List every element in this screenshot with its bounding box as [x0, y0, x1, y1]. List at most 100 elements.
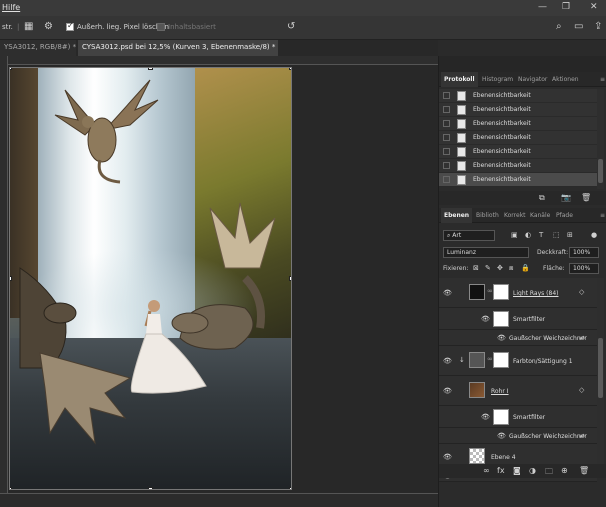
filter-pixel-icon[interactable]: ▣: [511, 231, 518, 239]
new-document-from-state-icon[interactable]: ⧉: [539, 193, 545, 203]
horizontal-ruler[interactable]: [8, 56, 438, 65]
tab-kanaele[interactable]: Kanäle: [527, 208, 553, 223]
layer-row[interactable]: 👁 ∞ Light Rays (84) ◇: [439, 278, 597, 308]
lock-move-icon[interactable]: ✥: [497, 264, 503, 272]
snapshot-source-box[interactable]: [443, 148, 450, 155]
close-icon[interactable]: ✕: [590, 2, 598, 12]
snapshot-source-box[interactable]: [443, 176, 450, 183]
history-scrollbar-thumb[interactable]: [598, 159, 603, 183]
minimize-icon[interactable]: —: [538, 2, 547, 12]
blend-mode-select[interactable]: Luminanz: [443, 247, 529, 258]
history-item[interactable]: Ebenensichtbarkeit: [439, 145, 597, 159]
transform-handle-bl[interactable]: [10, 487, 12, 489]
menu-help[interactable]: Hilfe: [2, 3, 20, 12]
transform-handle-tr[interactable]: [289, 68, 291, 70]
visibility-eye-icon[interactable]: 👁: [497, 432, 506, 440]
lock-transparent-icon[interactable]: ⊠: [473, 264, 479, 272]
trash-icon[interactable]: 🗑: [579, 466, 589, 475]
filter-type-icon[interactable]: T: [539, 231, 543, 239]
filter-row[interactable]: 👁 Gaußscher Weichzeichner ⇌: [439, 428, 597, 444]
filter-mask-thumbnail[interactable]: [493, 311, 509, 327]
link-layers-icon[interactable]: ∞: [483, 466, 490, 475]
tab-document-2[interactable]: CYSA3012.psd bei 12,5% (Kurven 3, Ebenen…: [78, 40, 278, 56]
transform-handle-mr[interactable]: [289, 276, 291, 281]
transform-handle-bc[interactable]: [148, 487, 153, 489]
snapshot-source-box[interactable]: [443, 120, 450, 127]
visibility-eye-icon[interactable]: 👁: [481, 413, 490, 421]
history-item-selected[interactable]: Ebenensichtbarkeit: [439, 173, 597, 187]
history-item[interactable]: Ebenensichtbarkeit: [439, 131, 597, 145]
panel-menu-icon[interactable]: ≡: [597, 208, 606, 223]
panel-menu-icon[interactable]: ≡: [597, 72, 606, 87]
filter-adjustment-icon[interactable]: ◐: [525, 231, 531, 239]
tab-pfade[interactable]: Pfade: [553, 208, 576, 223]
layer-style-icon[interactable]: ◇: [579, 288, 584, 296]
snapshot-source-box[interactable]: [443, 134, 450, 141]
snapshot-source-box[interactable]: [443, 92, 450, 99]
search-icon[interactable]: ⌕: [556, 21, 562, 32]
transform-handle-ml[interactable]: [10, 276, 12, 281]
fill-input[interactable]: 100%: [569, 263, 599, 274]
filter-options-icon[interactable]: ⇌: [579, 432, 585, 440]
filter-mask-thumbnail[interactable]: [493, 409, 509, 425]
layers-scrollbar-thumb[interactable]: [598, 338, 603, 398]
snapshot-source-box[interactable]: [443, 106, 450, 113]
fx-icon[interactable]: fx: [497, 466, 505, 475]
filter-shape-icon[interactable]: ⬚: [553, 231, 560, 239]
adjustment-layer-icon[interactable]: ◑: [529, 466, 536, 475]
vertical-ruler[interactable]: [0, 56, 8, 507]
lock-artboard-icon[interactable]: ⧈: [509, 264, 513, 273]
visibility-eye-icon[interactable]: 👁: [443, 453, 452, 461]
reset-icon[interactable]: ↺: [287, 21, 295, 32]
new-group-icon[interactable]: 🗀: [545, 466, 553, 480]
canvas-area[interactable]: [8, 65, 438, 493]
gear-icon[interactable]: ⚙: [44, 21, 53, 32]
visibility-eye-icon[interactable]: 👁: [497, 334, 506, 342]
lock-paint-icon[interactable]: ✎: [485, 264, 491, 272]
lock-all-icon[interactable]: 🔒: [521, 264, 530, 272]
workspace-icon[interactable]: ▭: [574, 21, 583, 32]
history-item[interactable]: Ebenensichtbarkeit: [439, 103, 597, 117]
transform-handle-tc[interactable]: [148, 68, 153, 70]
tab-ebenen[interactable]: Ebenen: [441, 208, 473, 223]
layer-mask-thumbnail[interactable]: [493, 352, 509, 368]
camera-icon[interactable]: 📷: [561, 193, 571, 202]
history-item[interactable]: Ebenensichtbarkeit: [439, 89, 597, 103]
share-icon[interactable]: ⇪: [594, 21, 602, 32]
tab-protokoll[interactable]: Protokoll: [441, 72, 478, 87]
transform-handle-tl[interactable]: [10, 68, 12, 70]
snapshot-source-box[interactable]: [443, 162, 450, 169]
history-scrollbar[interactable]: [597, 89, 604, 189]
visibility-eye-icon[interactable]: 👁: [481, 315, 490, 323]
document-image[interactable]: [9, 67, 292, 490]
layer-mask-thumbnail[interactable]: [493, 284, 509, 300]
filter-row[interactable]: 👁 Gaußscher Weichzeichner ⇌: [439, 330, 597, 346]
tab-bibliothek[interactable]: Biblioth: [473, 208, 502, 223]
tab-navigator[interactable]: Navigator: [515, 72, 550, 87]
smartfilter-row[interactable]: 👁 Smartfilter: [439, 406, 597, 428]
filter-options-icon[interactable]: ⇌: [579, 334, 585, 342]
layer-row[interactable]: 👁 Rohr I ◇: [439, 376, 597, 406]
new-layer-icon[interactable]: ⊕: [561, 466, 568, 475]
filter-toggle-icon[interactable]: ●: [591, 231, 597, 239]
layers-scrollbar[interactable]: [597, 278, 604, 464]
add-mask-icon[interactable]: ◙: [513, 466, 521, 475]
history-item[interactable]: Ebenensichtbarkeit: [439, 117, 597, 131]
visibility-eye-icon[interactable]: 👁: [443, 387, 452, 395]
visibility-eye-icon[interactable]: 👁: [443, 289, 452, 297]
smartfilter-row[interactable]: 👁 Smartfilter: [439, 308, 597, 330]
visibility-eye-icon[interactable]: 👁: [443, 357, 452, 365]
layer-style-icon[interactable]: ◇: [579, 386, 584, 394]
tab-document-1[interactable]: YSA3012, RGB/8#) *: [0, 40, 76, 56]
opacity-input[interactable]: 100%: [569, 247, 599, 258]
filter-smartobject-icon[interactable]: ⊞: [567, 231, 573, 239]
trash-icon[interactable]: 🗑: [581, 193, 591, 202]
layer-filter-select[interactable]: ⌕ Art: [443, 230, 495, 241]
history-item[interactable]: Ebenensichtbarkeit: [439, 159, 597, 173]
tab-aktionen[interactable]: Aktionen: [549, 72, 582, 87]
tab-korrektur[interactable]: Korrekt: [501, 208, 529, 223]
transform-handle-br[interactable]: [289, 487, 291, 489]
delete-cropped-pixels-checkbox[interactable]: [66, 21, 74, 31]
content-aware-checkbox[interactable]: [157, 23, 165, 31]
tab-histogram[interactable]: Histogram: [479, 72, 516, 87]
